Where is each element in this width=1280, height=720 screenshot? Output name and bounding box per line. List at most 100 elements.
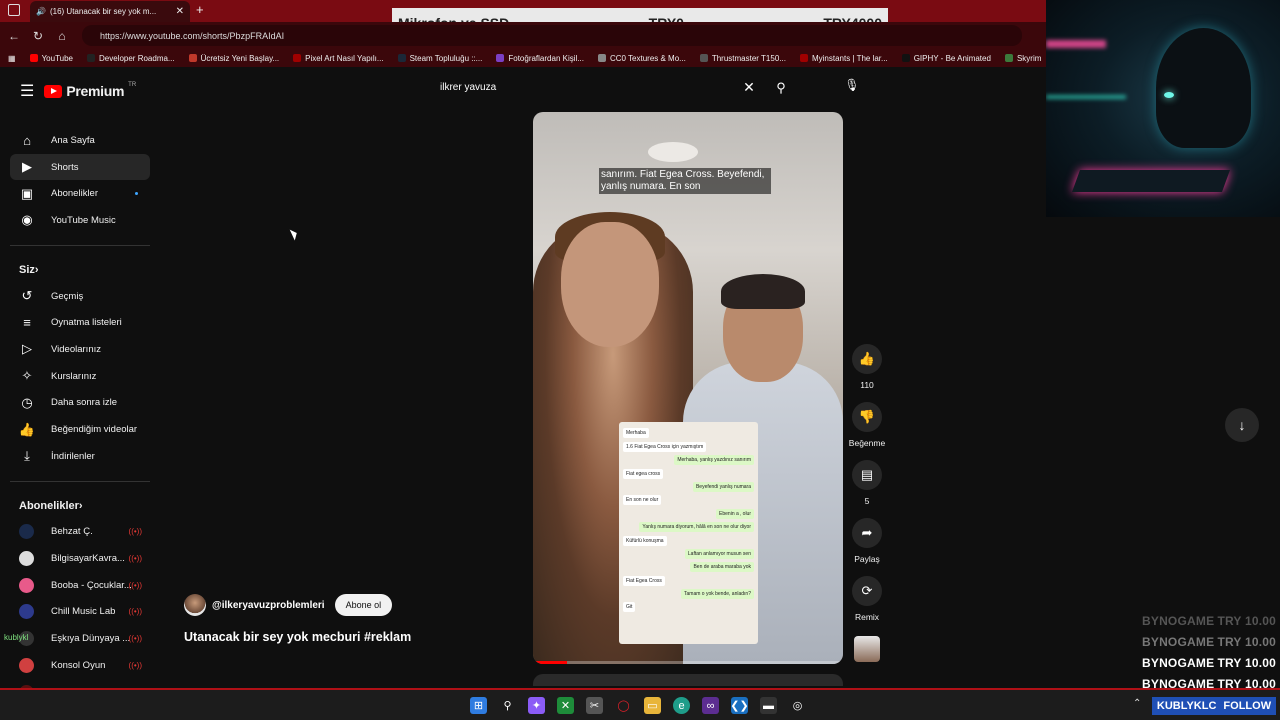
- window-menu-icon[interactable]: [8, 4, 20, 16]
- donation-amount: TRY 10.00: [1217, 614, 1276, 628]
- bookmark-label: Pixel Art Nasıl Yapılı...: [305, 53, 384, 63]
- bookmark-item[interactable]: CC0 Textures & Mo...: [597, 54, 686, 63]
- channel-thumbnail[interactable]: [854, 636, 880, 662]
- edge-icon[interactable]: e: [673, 697, 690, 714]
- sidebar-item[interactable]: ⤓ İndirilenler: [0, 443, 160, 470]
- sidebar-item[interactable]: ✧ Kurslarınız: [0, 363, 160, 390]
- share-button[interactable]: ➦: [852, 518, 882, 548]
- bookmark-item[interactable]: Fotoğraflardan Kişil...: [496, 54, 584, 63]
- video-title[interactable]: Utanacak bir sey yok mecburi #reklam: [184, 630, 524, 644]
- bookmark-favicon-icon: [188, 54, 197, 62]
- copilot-icon[interactable]: ✦: [528, 697, 545, 714]
- shorts-actions: 👍 110 👎 Beğenme ▤ 5 ➦ Paylaş ⟳ Remix: [843, 344, 891, 634]
- next-short-preview[interactable]: [533, 674, 843, 686]
- xbox-icon[interactable]: ✕: [557, 697, 574, 714]
- subscribe-button[interactable]: Abone ol: [334, 594, 393, 616]
- sidebar-item[interactable]: ◷ Daha sonra izle: [0, 390, 160, 417]
- channel-avatar[interactable]: [184, 594, 206, 616]
- subscription-item[interactable]: Konsol Oyun ((•)): [0, 652, 160, 679]
- channel-row: @ilkeryavuzproblemleri Abone ol: [184, 594, 524, 616]
- section-subscriptions-title: Abonelikler: [19, 499, 79, 512]
- chat-message: Merhaba, yanlış yazdınız sanırım: [674, 455, 754, 466]
- sidebar-item-label: Oynatma listeleri: [51, 317, 122, 329]
- watch-later-icon: ◷: [21, 394, 33, 410]
- masthead-logo: ☰ Premium TR: [20, 81, 136, 101]
- channel-name[interactable]: @ilkeryavuzproblemleri: [212, 600, 325, 611]
- dislike-button[interactable]: 👎: [852, 402, 882, 432]
- visual-studio-icon[interactable]: ∞: [702, 697, 719, 714]
- bookmark-item[interactable]: Myinstants | The lar...: [799, 54, 888, 63]
- sidebar-item[interactable]: ▷ Videolarınız: [0, 336, 160, 363]
- bookmark-item[interactable]: GIPHY - Be Animated: [901, 53, 991, 63]
- back-icon[interactable]: ←: [4, 29, 24, 43]
- menu-icon[interactable]: ☰: [20, 81, 34, 101]
- youtube-logo[interactable]: Premium TR: [44, 82, 136, 99]
- remix-button[interactable]: ⟳: [852, 576, 882, 606]
- subscription-item[interactable]: BilgisayarKavra... ((•)): [0, 545, 160, 572]
- video-caption: sanırım. Fiat Egea Cross. Beyefendi, yan…: [599, 168, 771, 194]
- subscription-item[interactable]: Booba - Çocuklar... ((•)): [0, 572, 160, 599]
- file-explorer-icon[interactable]: ▭: [644, 697, 661, 714]
- opera-icon[interactable]: ◯: [615, 697, 632, 714]
- bookmark-item[interactable]: Steam Topluluğu ::...: [397, 54, 482, 63]
- microphone-icon[interactable]: 🎙: [842, 78, 862, 98]
- search-icon[interactable]: ⚲: [499, 697, 516, 714]
- url-field[interactable]: https://www.youtube.com/shorts/PbzpFRAId…: [82, 25, 1022, 46]
- subscription-item[interactable]: Behzat Ç. ((•)): [0, 519, 160, 546]
- bookmark-item[interactable]: Thrustmaster T150...: [699, 54, 786, 63]
- glowing-visor: [1164, 92, 1174, 98]
- snipping-tool-icon[interactable]: ✂: [586, 697, 603, 714]
- courses-icon: ✧: [21, 368, 33, 384]
- bookmark-item[interactable]: YouTube: [29, 54, 73, 63]
- channel-avatar: [19, 551, 34, 567]
- bookmark-item[interactable]: Ücretsiz Yeni Başlay...: [188, 54, 279, 63]
- chat-message: Ben de araba maraba yok: [690, 562, 754, 573]
- bookmark-item[interactable]: Skyrim: [1004, 53, 1042, 63]
- tray-chevron-icon[interactable]: ⌃: [1133, 698, 1141, 709]
- vscode-icon[interactable]: ❮❯: [730, 697, 749, 714]
- sidebar-item[interactable]: ◉ YouTube Music: [0, 207, 160, 234]
- clear-search-icon[interactable]: ✕: [740, 79, 758, 96]
- sidebar-item[interactable]: ≡ Oynatma listeleri: [0, 309, 160, 336]
- sidebar-item-label: Daha sonra izle: [51, 397, 118, 409]
- close-tab-icon[interactable]: ✕: [176, 6, 184, 17]
- like-button[interactable]: 👍: [852, 344, 882, 374]
- reload-icon[interactable]: ↻: [28, 29, 48, 43]
- follow-label: FOLLOW: [1223, 700, 1272, 712]
- live-icon: ((•)): [128, 634, 142, 644]
- subscription-item[interactable]: Chill Music Lab ((•)): [0, 599, 160, 626]
- start-icon[interactable]: ⊞: [470, 697, 487, 714]
- bookmark-label: Skyrim: [1016, 53, 1042, 63]
- subscription-label: Booba - Çocuklar...: [51, 579, 132, 591]
- section-subscriptions[interactable]: Abonelikler ›: [0, 493, 160, 519]
- shorts-icon: ▶: [22, 159, 32, 175]
- person-right-hair: [721, 274, 805, 309]
- home-icon[interactable]: ⌂: [52, 29, 72, 43]
- sidebar-item[interactable]: 👍 Beğendiğim videolar: [0, 416, 160, 443]
- chat-screenshot: Merhaba 1.6 Fiat Egea Cross için yazmıştı…: [619, 422, 758, 644]
- subscription-label: Chill Music Lab: [51, 606, 116, 618]
- sidebar-item[interactable]: ⌂ Ana Sayfa: [0, 127, 160, 154]
- bookmark-label: GIPHY - Be Animated: [913, 53, 991, 63]
- obs-icon[interactable]: ◎: [789, 697, 806, 714]
- chat-message: Ebenin a ‚ olur: [716, 508, 754, 519]
- next-video-button[interactable]: ↓: [1225, 408, 1259, 442]
- apps-grid-icon[interactable]: ▦: [8, 54, 16, 63]
- video-progress-bar[interactable]: [533, 661, 843, 664]
- shorts-video-player[interactable]: sanırım. Fiat Egea Cross. Beyefendi, yan…: [533, 112, 843, 664]
- sidebar-item[interactable]: ▶ Shorts: [10, 153, 150, 181]
- new-tab-icon[interactable]: +: [196, 2, 204, 17]
- terminal-icon[interactable]: ▬: [760, 697, 777, 714]
- live-icon: ((•)): [128, 660, 142, 670]
- sidebar-item[interactable]: ▣ Abonelikler: [0, 180, 160, 207]
- bookmark-item[interactable]: Developer Roadma...: [87, 54, 175, 63]
- comments-button[interactable]: ▤: [852, 460, 882, 490]
- search-icon[interactable]: ⚲: [770, 80, 792, 96]
- section-you[interactable]: Siz ›: [0, 257, 160, 283]
- browser-tab[interactable]: 🔊 (16) Utanacak bir sey yok m... ✕: [30, 1, 190, 22]
- sidebar-item[interactable]: ↺ Geçmiş: [0, 283, 160, 310]
- bookmark-item[interactable]: Pixel Art Nasıl Yapılı...: [293, 53, 384, 63]
- bookmark-favicon-icon: [496, 54, 505, 62]
- search-input[interactable]: ilkrer yavuza: [430, 75, 740, 100]
- remix-icon: ⟳: [861, 583, 873, 598]
